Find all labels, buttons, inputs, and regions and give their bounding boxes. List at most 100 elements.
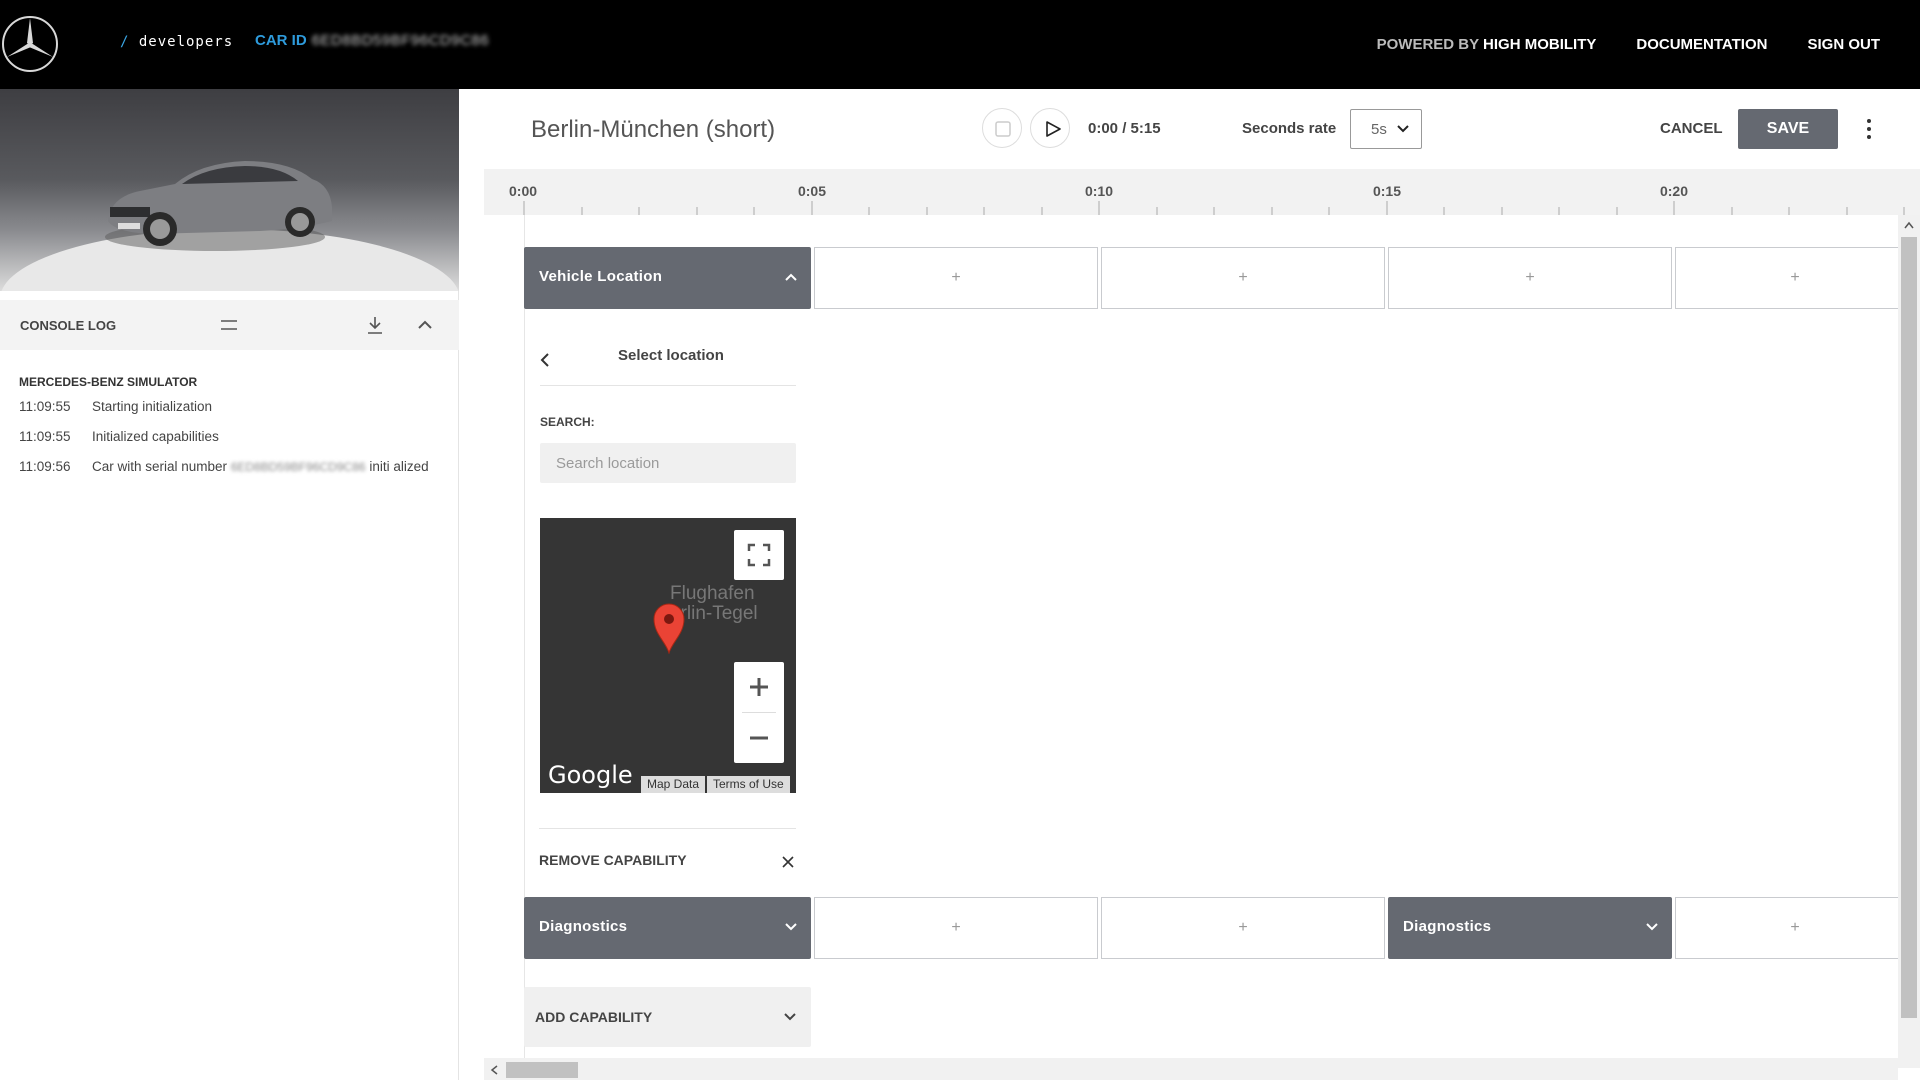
more-options-icon[interactable] [1864,117,1874,141]
log-serial: 6ED8BD59BF96CD9C86 [230,460,366,474]
capability-diagnostics-keyframe[interactable]: Diagnostics [1388,897,1672,959]
add-slot[interactable]: + [1101,247,1385,309]
developers-label: developers [138,34,234,50]
powered-by-brand: HIGH MOBILITY [1483,36,1597,53]
plus-icon [750,678,768,696]
add-slot[interactable]: + [1101,897,1385,959]
editor-toolbar: Berlin-München (short) 0:00 / 5:15 Secon… [484,89,1920,169]
console-log-title: CONSOLE LOG [20,318,117,333]
play-icon [1046,121,1061,137]
vertical-scrollbar[interactable] [1898,215,1920,1068]
search-location-input[interactable] [540,443,796,483]
save-button[interactable]: SAVE [1738,109,1838,149]
stop-button[interactable] [982,108,1022,148]
log-message: Starting initialization [92,399,213,414]
remove-capability-button[interactable]: REMOVE CAPABILITY [539,852,687,868]
documentation-link[interactable]: DOCUMENTATION [1636,36,1767,53]
top-nav-links: POWERED BY HIGH MOBILITY DOCUMENTATION S… [1377,0,1920,89]
chevron-down-icon [785,923,797,931]
log-message: Car with serial number 6ED8BD59BF96CD9C8… [92,455,439,479]
add-slot[interactable]: + [1675,897,1898,959]
download-icon[interactable] [363,313,387,337]
scroll-up-icon[interactable] [1904,221,1914,229]
add-capability-label: ADD CAPABILITY [535,1009,653,1025]
capability-diagnostics[interactable]: Diagnostics [524,897,811,959]
tick-label: 0:15 [1372,183,1402,199]
powered-by[interactable]: POWERED BY HIGH MOBILITY [1377,36,1597,53]
select-location-title: Select location [618,347,724,364]
tick-label: 0:00 [509,183,538,199]
plus-icon: + [1790,269,1800,286]
seconds-rate-value: 5s [1371,121,1387,138]
horizontal-scrollbar[interactable] [484,1058,1898,1080]
capability-vehicle-location[interactable]: Vehicle Location [524,247,811,309]
zoom-out-button[interactable] [734,713,784,763]
tick-label: 0:05 [797,183,827,199]
log-time: 11:09:56 [19,459,71,474]
ruler-ticks [523,201,1905,215]
zoom-controls [734,662,784,763]
search-label: SEARCH: [540,415,595,429]
tick-label: 0:10 [1084,183,1114,199]
powered-by-label: POWERED BY [1376,36,1479,53]
add-slot[interactable]: + [814,247,1098,309]
cancel-button[interactable]: CANCEL [1660,120,1723,137]
add-slot[interactable]: + [1675,247,1898,309]
chevron-down-icon [1397,125,1409,133]
plus-icon: + [1238,919,1248,936]
plus-icon: + [1525,269,1535,286]
map-pin-icon[interactable] [652,602,686,654]
plus-icon: + [951,919,961,936]
add-slot[interactable]: + [814,897,1098,959]
map-data-link[interactable]: Map Data [641,776,706,793]
mercedes-star-logo[interactable] [0,14,60,74]
top-navigation-bar: / developers CAR ID 6ED8BD59BF96CD9C86 PO… [0,0,1920,89]
left-panel: CONSOLE LOG MERCEDES-BENZ SIMULATOR 11:0… [0,89,459,1080]
log-entry: 11:09:55 Starting initialization [19,395,439,419]
chevron-left-icon[interactable] [540,353,550,367]
zoom-in-button[interactable] [734,662,784,712]
log-section-title: MERCEDES-BENZ SIMULATOR [19,375,198,389]
add-slot[interactable]: + [1388,247,1672,309]
seconds-rate-select[interactable]: 5s [1350,109,1422,149]
timeline-area: Vehicle Location + + + + Select location… [484,215,1898,1068]
tick-label: 0:20 [1659,183,1689,199]
map-place-line1: Flughafen [670,583,755,604]
vertical-scroll-thumb[interactable] [1901,237,1917,1018]
car-id-value: 6ED8BD59BF96CD9C86 [311,32,490,49]
log-time: 11:09:55 [19,429,71,444]
chevron-down-icon [1646,923,1658,931]
terms-of-use-link[interactable]: Terms of Use [707,776,790,793]
minus-icon [750,736,768,740]
capability-label: Vehicle Location [539,268,663,285]
developers-brand[interactable]: / developers [120,34,233,50]
log-entry: 11:09:55 Initialized capabilities [19,425,439,449]
seconds-rate-label: Seconds rate [1242,120,1337,137]
playback-time: 0:00 / 5:15 [1088,120,1161,137]
play-button[interactable] [1030,108,1070,148]
clear-log-icon[interactable] [217,313,241,337]
add-capability-dropdown[interactable]: ADD CAPABILITY [524,987,811,1047]
chevron-down-icon [784,1013,796,1021]
capability-label: Diagnostics [539,918,628,935]
console-log-header: CONSOLE LOG [0,300,459,350]
close-icon[interactable] [781,855,795,869]
log-message-suffix: initi alized [369,459,429,474]
fullscreen-icon [747,543,771,567]
log-entry: 11:09:56 Car with serial number 6ED8BD59… [19,455,439,479]
fullscreen-button[interactable] [734,530,784,580]
plus-icon: + [1790,919,1800,936]
divider [540,385,796,386]
collapse-chevron-up-icon[interactable] [413,313,437,337]
timeline-ruler: 0:00 0:05 0:10 0:15 0:20 [484,169,1920,215]
sign-out-link[interactable]: SIGN OUT [1807,36,1880,53]
trip-title: Berlin-München (short) [531,116,776,143]
plus-icon: + [1238,269,1248,286]
capability-label: Diagnostics [1403,918,1492,935]
log-message: Initialized capabilities [92,429,219,444]
plus-icon: + [951,269,961,286]
google-logo: Google [548,761,633,789]
horizontal-scroll-thumb[interactable] [506,1062,578,1078]
scroll-left-icon[interactable] [490,1065,498,1075]
location-map[interactable]: Flughafen erlin-Tegel Google Map Data Ter… [540,518,796,793]
